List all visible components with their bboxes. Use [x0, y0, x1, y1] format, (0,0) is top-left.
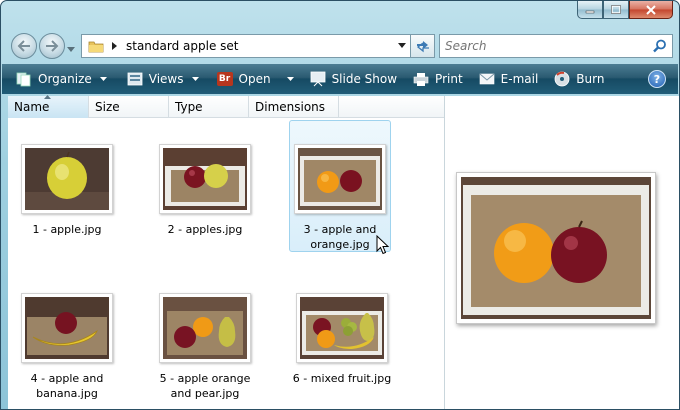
- column-header-dimensions[interactable]: Dimensions: [249, 96, 339, 118]
- file-item[interactable]: 2 - apples.jpg: [154, 144, 256, 237]
- chevron-down-icon: [67, 47, 75, 52]
- file-name: 2 - apples.jpg: [167, 223, 243, 236]
- apple-and-orange-photo: [298, 148, 382, 210]
- recent-pages-dropdown[interactable]: [67, 42, 75, 56]
- chevron-down-icon: [191, 77, 199, 81]
- column-size-label: Size: [95, 100, 120, 114]
- column-name-label: Name: [14, 100, 50, 114]
- minimize-icon: [585, 10, 595, 13]
- slideshow-button[interactable]: Slide Show: [304, 66, 403, 92]
- file-name: 6 - mixed fruit.jpg: [292, 372, 392, 385]
- organize-button[interactable]: Organize: [10, 66, 113, 92]
- file-item[interactable]: 6 - mixed fruit.jpg: [291, 293, 393, 386]
- search-icon[interactable]: [653, 39, 667, 53]
- thumbnail: [21, 293, 113, 363]
- open-label: Open: [238, 72, 271, 86]
- forward-button[interactable]: [39, 33, 65, 59]
- minimize-button[interactable]: [577, 1, 603, 19]
- file-item[interactable]: 1 - apple.jpg: [16, 144, 118, 237]
- apple-orange-pear-photo: [163, 297, 247, 359]
- disc-burn-icon: [554, 71, 570, 87]
- back-button[interactable]: [11, 33, 37, 59]
- file-item-selected[interactable]: 3 - apple and orange.jpg: [289, 120, 391, 252]
- file-item[interactable]: 5 - apple orange and pear.jpg: [154, 293, 256, 401]
- slideshow-icon: [310, 71, 326, 87]
- burn-button[interactable]: Burn: [548, 66, 610, 92]
- maximize-icon: [611, 5, 621, 14]
- address-dropdown-icon[interactable]: [398, 43, 406, 48]
- preview-image: [456, 172, 656, 324]
- slideshow-label: Slide Show: [331, 72, 398, 86]
- file-name: 4 - apple and banana.jpg: [30, 372, 104, 400]
- caption-buttons: [577, 1, 673, 19]
- file-item[interactable]: 4 - apple and banana.jpg: [16, 293, 118, 401]
- chevron-down-icon: [286, 77, 294, 81]
- thumbnail: [159, 293, 251, 363]
- folder-icon: [88, 41, 104, 53]
- file-name: 5 - apple orange and pear.jpg: [159, 372, 251, 400]
- arrow-left-icon: [17, 40, 30, 52]
- close-button[interactable]: [629, 1, 673, 19]
- column-header-type[interactable]: Type: [169, 96, 249, 118]
- command-bar: Organize Views Br Open Slide Show Print: [2, 64, 678, 94]
- address-path[interactable]: standard apple set: [126, 39, 239, 53]
- burn-label: Burn: [576, 72, 605, 86]
- chevron-down-icon: [99, 77, 107, 81]
- print-label: Print: [435, 72, 463, 86]
- organize-icon: [16, 71, 32, 87]
- address-bar[interactable]: standard apple set: [81, 34, 411, 58]
- apple-and-banana-photo: [25, 297, 109, 359]
- preview-pane: [445, 96, 679, 409]
- mouse-cursor-icon: [376, 235, 390, 255]
- printer-icon: [413, 72, 429, 87]
- organize-label: Organize: [38, 72, 92, 86]
- file-name: 1 - apple.jpg: [32, 223, 102, 236]
- search-box[interactable]: [439, 34, 673, 58]
- print-button[interactable]: Print: [407, 66, 469, 92]
- apple-and-orange-preview: [461, 177, 651, 319]
- sort-ascending-icon: [44, 95, 51, 99]
- mixed-fruit-photo: [300, 297, 384, 359]
- column-type-label: Type: [175, 100, 203, 114]
- thumbnail: [159, 144, 251, 214]
- explorer-window: standard apple set Organize: [0, 0, 680, 410]
- views-icon: [127, 72, 143, 86]
- column-header-size[interactable]: Size: [89, 96, 169, 118]
- column-header-name[interactable]: Name: [8, 95, 89, 118]
- email-label: E-mail: [500, 72, 539, 86]
- thumbnail: [294, 144, 386, 214]
- column-dimensions-label: Dimensions: [255, 100, 326, 114]
- thumbnail: [296, 293, 388, 363]
- views-button[interactable]: Views: [121, 66, 205, 92]
- file-name: 3 - apple and orange.jpg: [303, 223, 377, 251]
- arrow-right-icon: [46, 40, 59, 52]
- breadcrumb-arrow-icon[interactable]: [112, 42, 118, 50]
- apples-photo: [163, 148, 247, 210]
- refresh-icon: [416, 41, 429, 53]
- search-input[interactable]: [445, 39, 645, 53]
- refresh-button[interactable]: [411, 34, 435, 58]
- thumbnail: [21, 144, 113, 214]
- email-icon: [479, 73, 495, 85]
- views-label: Views: [148, 72, 184, 86]
- maximize-button[interactable]: [603, 1, 629, 19]
- column-headers: Name Size Type Dimensions: [8, 95, 444, 118]
- email-button[interactable]: E-mail: [473, 66, 545, 92]
- help-button[interactable]: ?: [648, 70, 666, 88]
- close-icon: [646, 4, 656, 15]
- bridge-app-icon: Br: [216, 72, 233, 86]
- apple-photo: [25, 148, 109, 210]
- navigation-bar: standard apple set: [9, 32, 673, 60]
- open-button[interactable]: Br Open: [211, 66, 300, 92]
